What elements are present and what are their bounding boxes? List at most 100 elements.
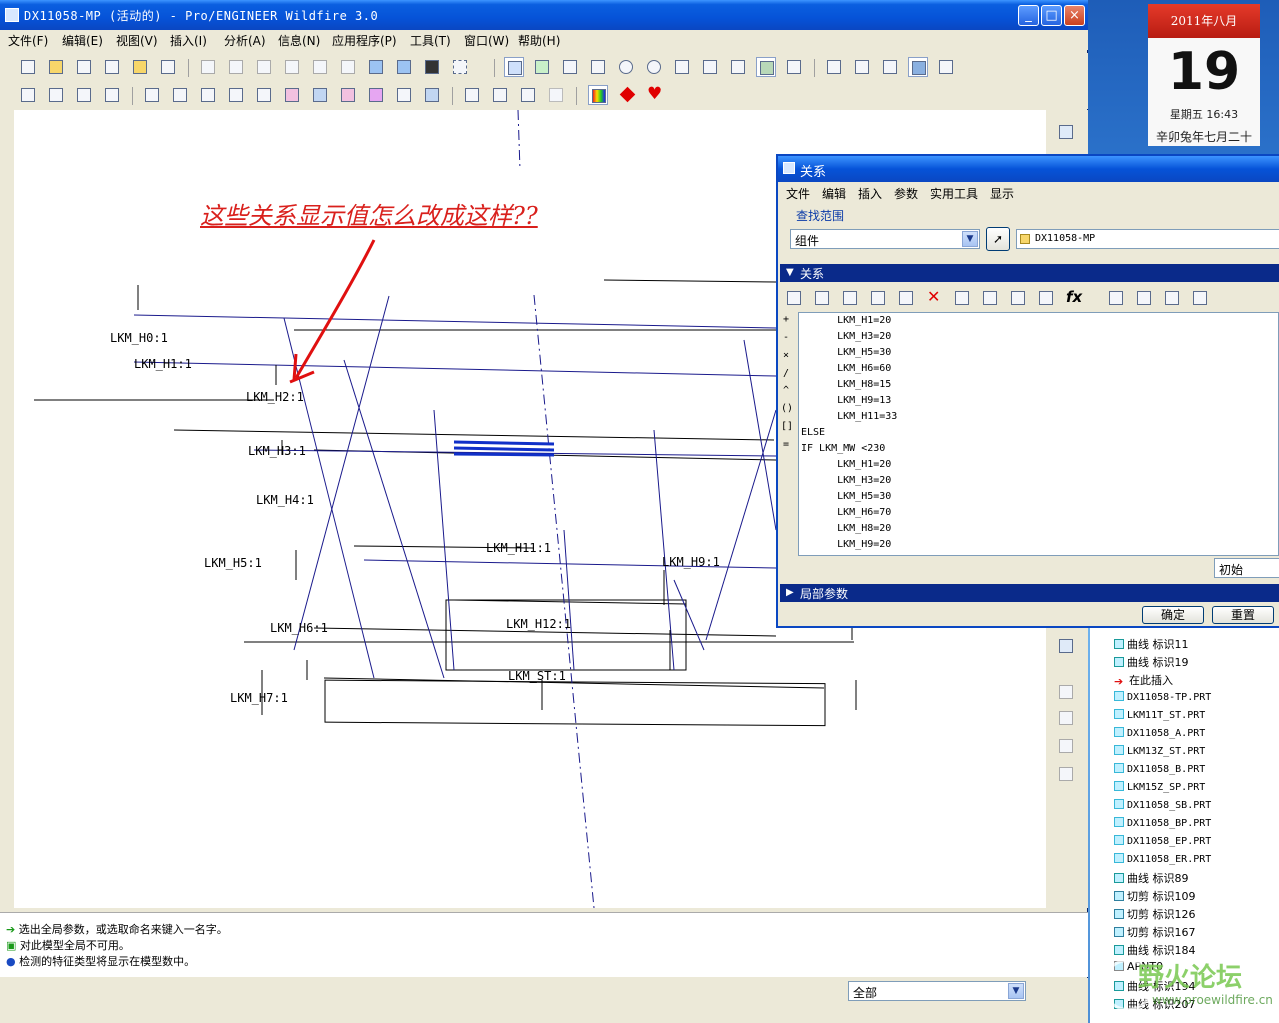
param-icon[interactable] [1036, 288, 1056, 308]
relation-line[interactable]: LKM_H11=33 [801, 411, 897, 422]
tree-item[interactable]: DX11058_B.PRT [1114, 762, 1205, 775]
measure-distance-icon[interactable] [142, 85, 162, 105]
op-brackets[interactable]: [] [781, 421, 793, 432]
dim-lkm-h5[interactable]: LKM_H5:1 [204, 556, 262, 570]
initial-value-field[interactable]: 初始 [1214, 558, 1279, 578]
dlg-menu-edit[interactable]: 编辑 [822, 185, 846, 202]
tree-item[interactable]: 切剪 标识167 [1114, 924, 1196, 940]
refit-icon[interactable] [672, 57, 692, 77]
relation-line[interactable]: LKM_H9=13 [801, 395, 891, 406]
tree-item[interactable]: 切剪 标识109 [1114, 888, 1196, 904]
save-icon[interactable] [74, 57, 94, 77]
window-close-icon[interactable] [518, 85, 538, 105]
op-equals[interactable]: = [783, 439, 789, 450]
relation-line[interactable]: LKM_H8=15 [801, 379, 891, 390]
tree-item[interactable]: DX11058_A.PRT [1114, 726, 1205, 739]
dim-lkm-h0[interactable]: LKM_H0:1 [110, 331, 168, 345]
redo-icon[interactable] [226, 57, 246, 77]
tree-item[interactable]: 曲线 标识11 [1114, 636, 1189, 652]
menu-view[interactable]: 视图(V) [116, 32, 158, 49]
spin-center-icon[interactable] [532, 57, 552, 77]
ok-button[interactable]: 确定 [1142, 606, 1204, 624]
wireframe-icon[interactable] [824, 57, 844, 77]
tree-item[interactable]: LKM11T_ST.PRT [1114, 708, 1205, 721]
dlg-menu-utilities[interactable]: 实用工具 [930, 185, 978, 202]
copy-icon[interactable] [868, 288, 888, 308]
curve-analysis-icon[interactable] [338, 85, 358, 105]
tree-item[interactable]: ➔ 在此插入 [1114, 672, 1173, 688]
menu-edit[interactable]: 编辑(E) [62, 32, 103, 49]
relation-line[interactable]: LKM_H6=70 [801, 507, 891, 518]
reset-button[interactable]: 重置 [1212, 606, 1274, 624]
relation-line[interactable]: LKM_H1=20 [801, 459, 891, 470]
style-icon[interactable] [1056, 636, 1076, 656]
orient-mode-icon[interactable] [560, 57, 580, 77]
switch-dim-icon[interactable] [952, 288, 972, 308]
dim-lkm-h9[interactable]: LKM_H9:1 [662, 555, 720, 569]
relation-line[interactable]: LKM_H3=20 [801, 331, 891, 342]
dlg-menu-insert[interactable]: 插入 [858, 185, 882, 202]
menu-info[interactable]: 信息(N) [278, 32, 320, 49]
redo-icon[interactable] [812, 288, 832, 308]
relation-line[interactable]: LKM_H8=20 [801, 523, 891, 534]
view-manager-icon[interactable] [784, 57, 804, 77]
pattern-icon[interactable] [1056, 764, 1076, 784]
undo-icon[interactable] [784, 288, 804, 308]
layers-icon[interactable] [756, 57, 776, 77]
model-field[interactable]: DX11058-MP [1016, 229, 1279, 249]
relation-line[interactable]: IF LKM_MW <230 [801, 443, 885, 454]
copy-icon[interactable] [282, 57, 302, 77]
undo-icon[interactable] [198, 57, 218, 77]
minimize-button[interactable]: _ [1018, 5, 1039, 26]
verify-icon[interactable] [1190, 288, 1210, 308]
paste-icon[interactable] [896, 288, 916, 308]
tree-item[interactable]: DX11058_SB.PRT [1114, 798, 1211, 811]
lookin-select[interactable]: 组件 ▼ [790, 229, 980, 249]
relation-line[interactable]: LKM_H1=20 [801, 315, 891, 326]
menu-applications[interactable]: 应用程序(P) [332, 32, 397, 49]
dim-lkm-h3[interactable]: LKM_H3:1 [248, 444, 306, 458]
window-select-icon[interactable] [490, 85, 510, 105]
dim-lkm-st[interactable]: LKM_ST:1 [508, 669, 566, 683]
shading-icon[interactable] [908, 57, 928, 77]
tree-item[interactable]: 切剪 标识126 [1114, 906, 1196, 922]
print-icon[interactable] [158, 57, 178, 77]
local-params-section-header[interactable]: ▶ 局部参数 [780, 584, 1279, 602]
relations-editor[interactable]: LKM_H1=20 LKM_H3=20 LKM_H5=30 LKM_H6=60 … [798, 312, 1279, 556]
menu-file[interactable]: 文件(F) [8, 32, 48, 49]
tree-item[interactable]: 曲线 标识19 [1114, 654, 1189, 670]
dim-lkm-h6[interactable]: LKM_H6:1 [270, 621, 328, 635]
measure-angle-icon[interactable] [198, 85, 218, 105]
calendar-widget[interactable]: 2011年八月 19 星期五 16:43 辛卯兔年七月二十 [1148, 4, 1260, 146]
datum-axis-icon[interactable] [46, 85, 66, 105]
menu-analysis[interactable]: 分析(A) [224, 32, 266, 49]
datum-plane-icon[interactable] [18, 85, 38, 105]
dihedral-icon[interactable] [422, 85, 442, 105]
dlg-menu-display[interactable]: 显示 [990, 185, 1014, 202]
measure-area-icon[interactable] [170, 85, 190, 105]
datum-csys-icon[interactable] [102, 85, 122, 105]
menu-help[interactable]: 帮助(H) [518, 32, 560, 49]
section-icon[interactable] [226, 85, 246, 105]
repaint-icon[interactable] [504, 57, 524, 77]
diamond-icon[interactable] [618, 85, 638, 105]
relation-line[interactable]: LKM_H3=20 [801, 475, 891, 486]
chevron-down-icon[interactable]: ▼ [1008, 983, 1024, 999]
function-icon[interactable]: fx [1064, 288, 1084, 308]
shaded-analysis-icon[interactable] [366, 85, 386, 105]
cut-icon[interactable] [254, 57, 274, 77]
select-box-icon[interactable] [450, 57, 470, 77]
insert-dim-icon[interactable] [1008, 288, 1028, 308]
dim-lkm-h4[interactable]: LKM_H4:1 [256, 493, 314, 507]
op-plus[interactable]: + [783, 314, 789, 325]
tree-item[interactable]: DX11058_EP.PRT [1114, 834, 1211, 847]
braces-icon[interactable] [1106, 288, 1126, 308]
mirror-icon[interactable] [1056, 682, 1076, 702]
curvature-icon[interactable] [282, 85, 302, 105]
menu-tools[interactable]: 工具(T) [410, 32, 451, 49]
dim-lkm-h1[interactable]: LKM_H1:1 [134, 357, 192, 371]
saved-views-icon[interactable] [728, 57, 748, 77]
tree-item[interactable]: DX11058_ER.PRT [1114, 852, 1211, 865]
find-icon[interactable] [422, 57, 442, 77]
sketch-curve-icon[interactable] [1056, 122, 1076, 142]
